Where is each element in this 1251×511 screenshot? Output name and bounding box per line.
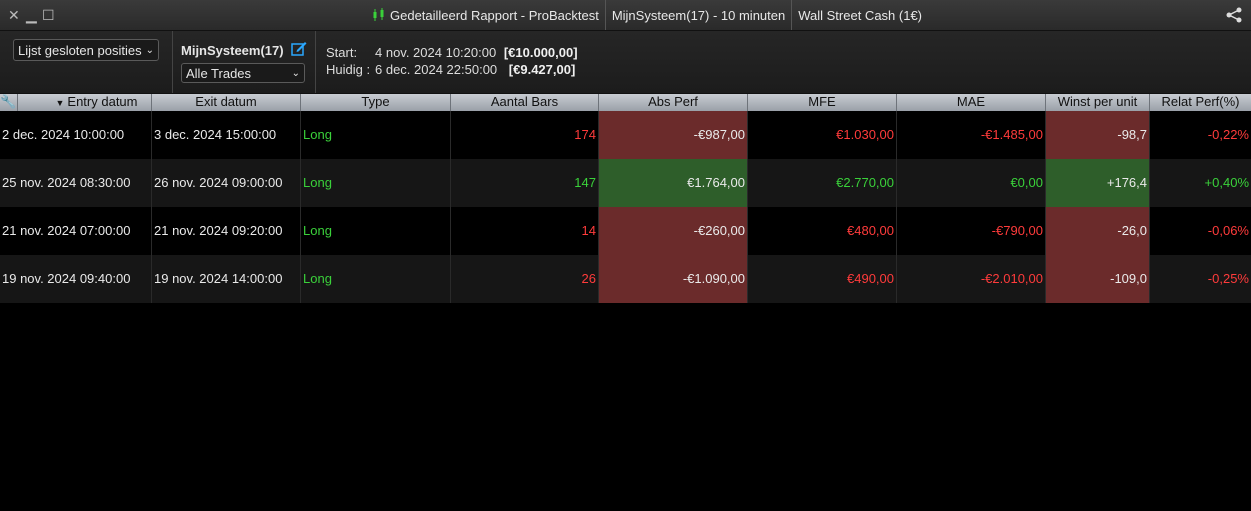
- bars-cell: 147: [451, 159, 599, 207]
- maximize-icon[interactable]: ☐: [42, 6, 55, 24]
- report-title: Gedetailleerd Rapport - ProBacktest: [390, 7, 599, 23]
- divider: [172, 31, 173, 93]
- mfe-cell: €1.030,00: [748, 111, 897, 159]
- mae-cell: -€790,00: [897, 207, 1046, 255]
- minimize-icon[interactable]: ▁: [26, 6, 37, 24]
- type-cell: Long: [301, 207, 451, 255]
- edit-icon[interactable]: [291, 40, 307, 56]
- col-aantal-bars[interactable]: Aantal Bars: [451, 94, 599, 111]
- current-value: [€9.427,00]: [508, 62, 576, 77]
- trades-filter-label: Alle Trades: [186, 65, 252, 81]
- current-date: 6 dec. 2024 22:50:00: [375, 62, 498, 77]
- close-icon[interactable]: ✕: [8, 6, 20, 24]
- share-icon[interactable]: [1225, 7, 1243, 23]
- table-row[interactable]: 19 nov. 2024 09:40:00 19 nov. 2024 14:00…: [0, 255, 1251, 303]
- positions-list-select[interactable]: Lijst gesloten posities ⌄: [13, 39, 159, 61]
- col-type[interactable]: Type: [301, 94, 451, 111]
- exit-date-cell: 19 nov. 2024 14:00:00: [152, 255, 301, 303]
- entry-date-cell: 25 nov. 2024 08:30:00: [0, 159, 152, 207]
- mfe-cell: €490,00: [748, 255, 897, 303]
- bars-cell: 174: [451, 111, 599, 159]
- winst-per-unit-cell: -26,0: [1046, 207, 1150, 255]
- type-cell: Long: [301, 159, 451, 207]
- positions-list-label: Lijst gesloten posities: [18, 42, 142, 58]
- wrench-icon[interactable]: 🔧: [0, 94, 18, 111]
- current-info: Huidig : 6 dec. 2024 22:50:00 [€9.427,00]: [326, 62, 575, 77]
- bars-cell: 14: [451, 207, 599, 255]
- abs-perf-cell: -€987,00: [599, 111, 748, 159]
- window-title: Gedetailleerd Rapport - ProBacktest Mijn…: [366, 0, 928, 30]
- col-relat-perf[interactable]: Relat Perf(%): [1150, 94, 1251, 111]
- title-instrument: Wall Street Cash (1€): [791, 0, 928, 30]
- chevron-down-icon: ⌄: [291, 67, 300, 79]
- relat-perf-cell: -0,06%: [1207, 223, 1249, 238]
- relat-perf-cell: -0,25%: [1207, 271, 1249, 286]
- abs-perf-cell: -€260,00: [599, 207, 748, 255]
- exit-date-cell: 3 dec. 2024 15:00:00: [152, 111, 301, 159]
- entry-date-cell: 19 nov. 2024 09:40:00: [0, 255, 152, 303]
- title-bar: ✕ ▁ ☐ Gedetailleerd Rapport - ProBacktes…: [0, 0, 1251, 31]
- col-winst-per-unit[interactable]: Winst per unit: [1046, 94, 1150, 111]
- entry-date-cell: 21 nov. 2024 07:00:00: [0, 207, 152, 255]
- mfe-cell: €2.770,00: [748, 159, 897, 207]
- mfe-cell: €480,00: [748, 207, 897, 255]
- system-name: MijnSysteem(17): [181, 43, 284, 58]
- col-entry-label: Entry datum: [67, 94, 138, 109]
- start-value: [€10.000,00]: [503, 45, 578, 60]
- type-cell: Long: [301, 111, 451, 159]
- mae-cell: €0,00: [897, 159, 1046, 207]
- chevron-down-icon: ⌄: [145, 44, 154, 56]
- current-label: Huidig :: [326, 62, 371, 77]
- sort-desc-icon: ▼: [55, 98, 65, 108]
- type-cell: Long: [301, 255, 451, 303]
- exit-date-cell: 21 nov. 2024 09:20:00: [152, 207, 301, 255]
- abs-perf-cell: -€1.090,00: [599, 255, 748, 303]
- start-info: Start: 4 nov. 2024 10:20:00 [€10.000,00]: [326, 45, 578, 60]
- winst-per-unit-cell: +176,4: [1046, 159, 1150, 207]
- table-row[interactable]: 25 nov. 2024 08:30:00 26 nov. 2024 09:00…: [0, 159, 1251, 207]
- start-label: Start:: [326, 45, 358, 60]
- table-row[interactable]: 21 nov. 2024 07:00:00 21 nov. 2024 09:20…: [0, 207, 1251, 255]
- entry-date-cell: 2 dec. 2024 10:00:00: [0, 111, 152, 159]
- start-date: 4 nov. 2024 10:20:00: [375, 45, 497, 60]
- col-exit-datum[interactable]: Exit datum: [152, 94, 301, 111]
- title-main: Gedetailleerd Rapport - ProBacktest: [366, 0, 605, 30]
- mae-cell: -€2.010,00: [897, 255, 1046, 303]
- winst-per-unit-cell: -98,7: [1046, 111, 1150, 159]
- abs-perf-cell: €1.764,00: [599, 159, 748, 207]
- relat-perf-cell: -0,22%: [1207, 127, 1249, 142]
- exit-date-cell: 26 nov. 2024 09:00:00: [152, 159, 301, 207]
- col-entry-datum[interactable]: ▼ Entry datum: [18, 94, 152, 111]
- report-toolbar: Lijst gesloten posities ⌄ MijnSysteem(17…: [0, 31, 1251, 94]
- relat-perf-cell: +0,40%: [1204, 175, 1249, 190]
- divider: [315, 31, 316, 93]
- bars-cell: 26: [451, 255, 599, 303]
- col-mae[interactable]: MAE: [897, 94, 1046, 111]
- candlestick-icon: [373, 8, 384, 21]
- table-row[interactable]: 2 dec. 2024 10:00:00 3 dec. 2024 15:00:0…: [0, 111, 1251, 159]
- table-header: 🔧 ▼ Entry datum Exit datum Type Aantal Ba…: [0, 94, 1251, 111]
- trades-filter-select[interactable]: Alle Trades ⌄: [181, 63, 305, 83]
- col-mfe[interactable]: MFE: [748, 94, 897, 111]
- col-abs-perf[interactable]: Abs Perf: [599, 94, 748, 111]
- title-system: MijnSysteem(17) - 10 minuten: [604, 0, 791, 30]
- mae-cell: -€1.485,00: [897, 111, 1046, 159]
- winst-per-unit-cell: -109,0: [1046, 255, 1150, 303]
